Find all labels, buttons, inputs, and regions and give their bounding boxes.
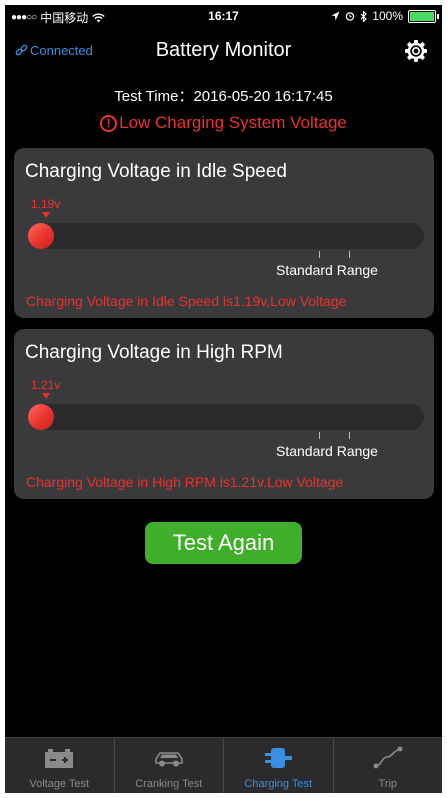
battery-percent: 100% xyxy=(372,9,403,23)
standard-range-label: Standard Range xyxy=(276,262,378,278)
value-marker-icon xyxy=(42,212,50,218)
navigation-bar: Connected Battery Monitor xyxy=(5,29,442,73)
range-tick-low xyxy=(319,251,320,258)
alarm-icon xyxy=(346,12,355,21)
voltage-scale-track xyxy=(28,404,424,430)
alert-icon: ! xyxy=(100,114,118,132)
bluetooth-icon xyxy=(360,10,368,22)
voltage-value: 1.21v xyxy=(31,378,61,392)
voltage-indicator xyxy=(28,223,54,249)
warning-banner: ! Low Charging System Voltage xyxy=(5,113,442,133)
gear-icon[interactable] xyxy=(404,39,428,63)
result-message: Charging Voltage in Idle Speed is1.19v,L… xyxy=(26,293,347,309)
card-title: Charging Voltage in Idle Speed xyxy=(25,161,287,182)
tab-charging-test[interactable]: Charging Test xyxy=(224,738,334,793)
trip-route-icon xyxy=(373,746,403,769)
result-message: Charging Voltage in High RPM is1.21v,Low… xyxy=(26,474,344,490)
warning-text: Low Charging System Voltage xyxy=(119,113,347,132)
tab-label: Trip xyxy=(378,778,398,790)
value-marker-icon xyxy=(42,393,50,399)
battery-icon xyxy=(408,9,439,23)
tab-label: Charging Test xyxy=(244,778,313,790)
high-rpm-card: Charging Voltage in High RPM 1.21v Stand… xyxy=(14,329,434,499)
card-title: Charging Voltage in High RPM xyxy=(25,342,283,363)
idle-speed-card: Charging Voltage in Idle Speed 1.19v Sta… xyxy=(14,148,434,318)
test-time: Test Time：2016-05-20 16:17:45 xyxy=(114,88,333,105)
car-icon xyxy=(154,752,183,767)
range-tick-high xyxy=(349,432,350,439)
tab-bar: Voltage Test Cranking Test Charging Test xyxy=(5,737,442,793)
tab-trip[interactable]: Trip xyxy=(334,738,443,793)
range-tick-low xyxy=(319,432,320,439)
battery-icon xyxy=(45,749,74,768)
voltage-indicator xyxy=(28,404,54,430)
charging-plug-icon xyxy=(265,748,293,768)
tab-voltage-test[interactable]: Voltage Test xyxy=(5,738,115,793)
standard-range-label: Standard Range xyxy=(276,443,378,459)
voltage-scale-track xyxy=(28,223,424,249)
status-bar: ●●●○○ 中国移动 16:17 100% xyxy=(5,5,442,27)
tab-label: Voltage Test xyxy=(29,778,90,790)
range-tick-high xyxy=(349,251,350,258)
voltage-value: 1.19v xyxy=(31,197,61,211)
tab-label: Cranking Test xyxy=(135,778,203,790)
location-arrow-icon xyxy=(331,11,340,21)
tab-cranking-test[interactable]: Cranking Test xyxy=(115,738,224,793)
page-title: Battery Monitor xyxy=(155,39,292,61)
test-again-button[interactable]: Test Again xyxy=(145,522,302,564)
app-screen: ●●●○○ 中国移动 16:17 100% Connected Battery … xyxy=(5,5,442,793)
